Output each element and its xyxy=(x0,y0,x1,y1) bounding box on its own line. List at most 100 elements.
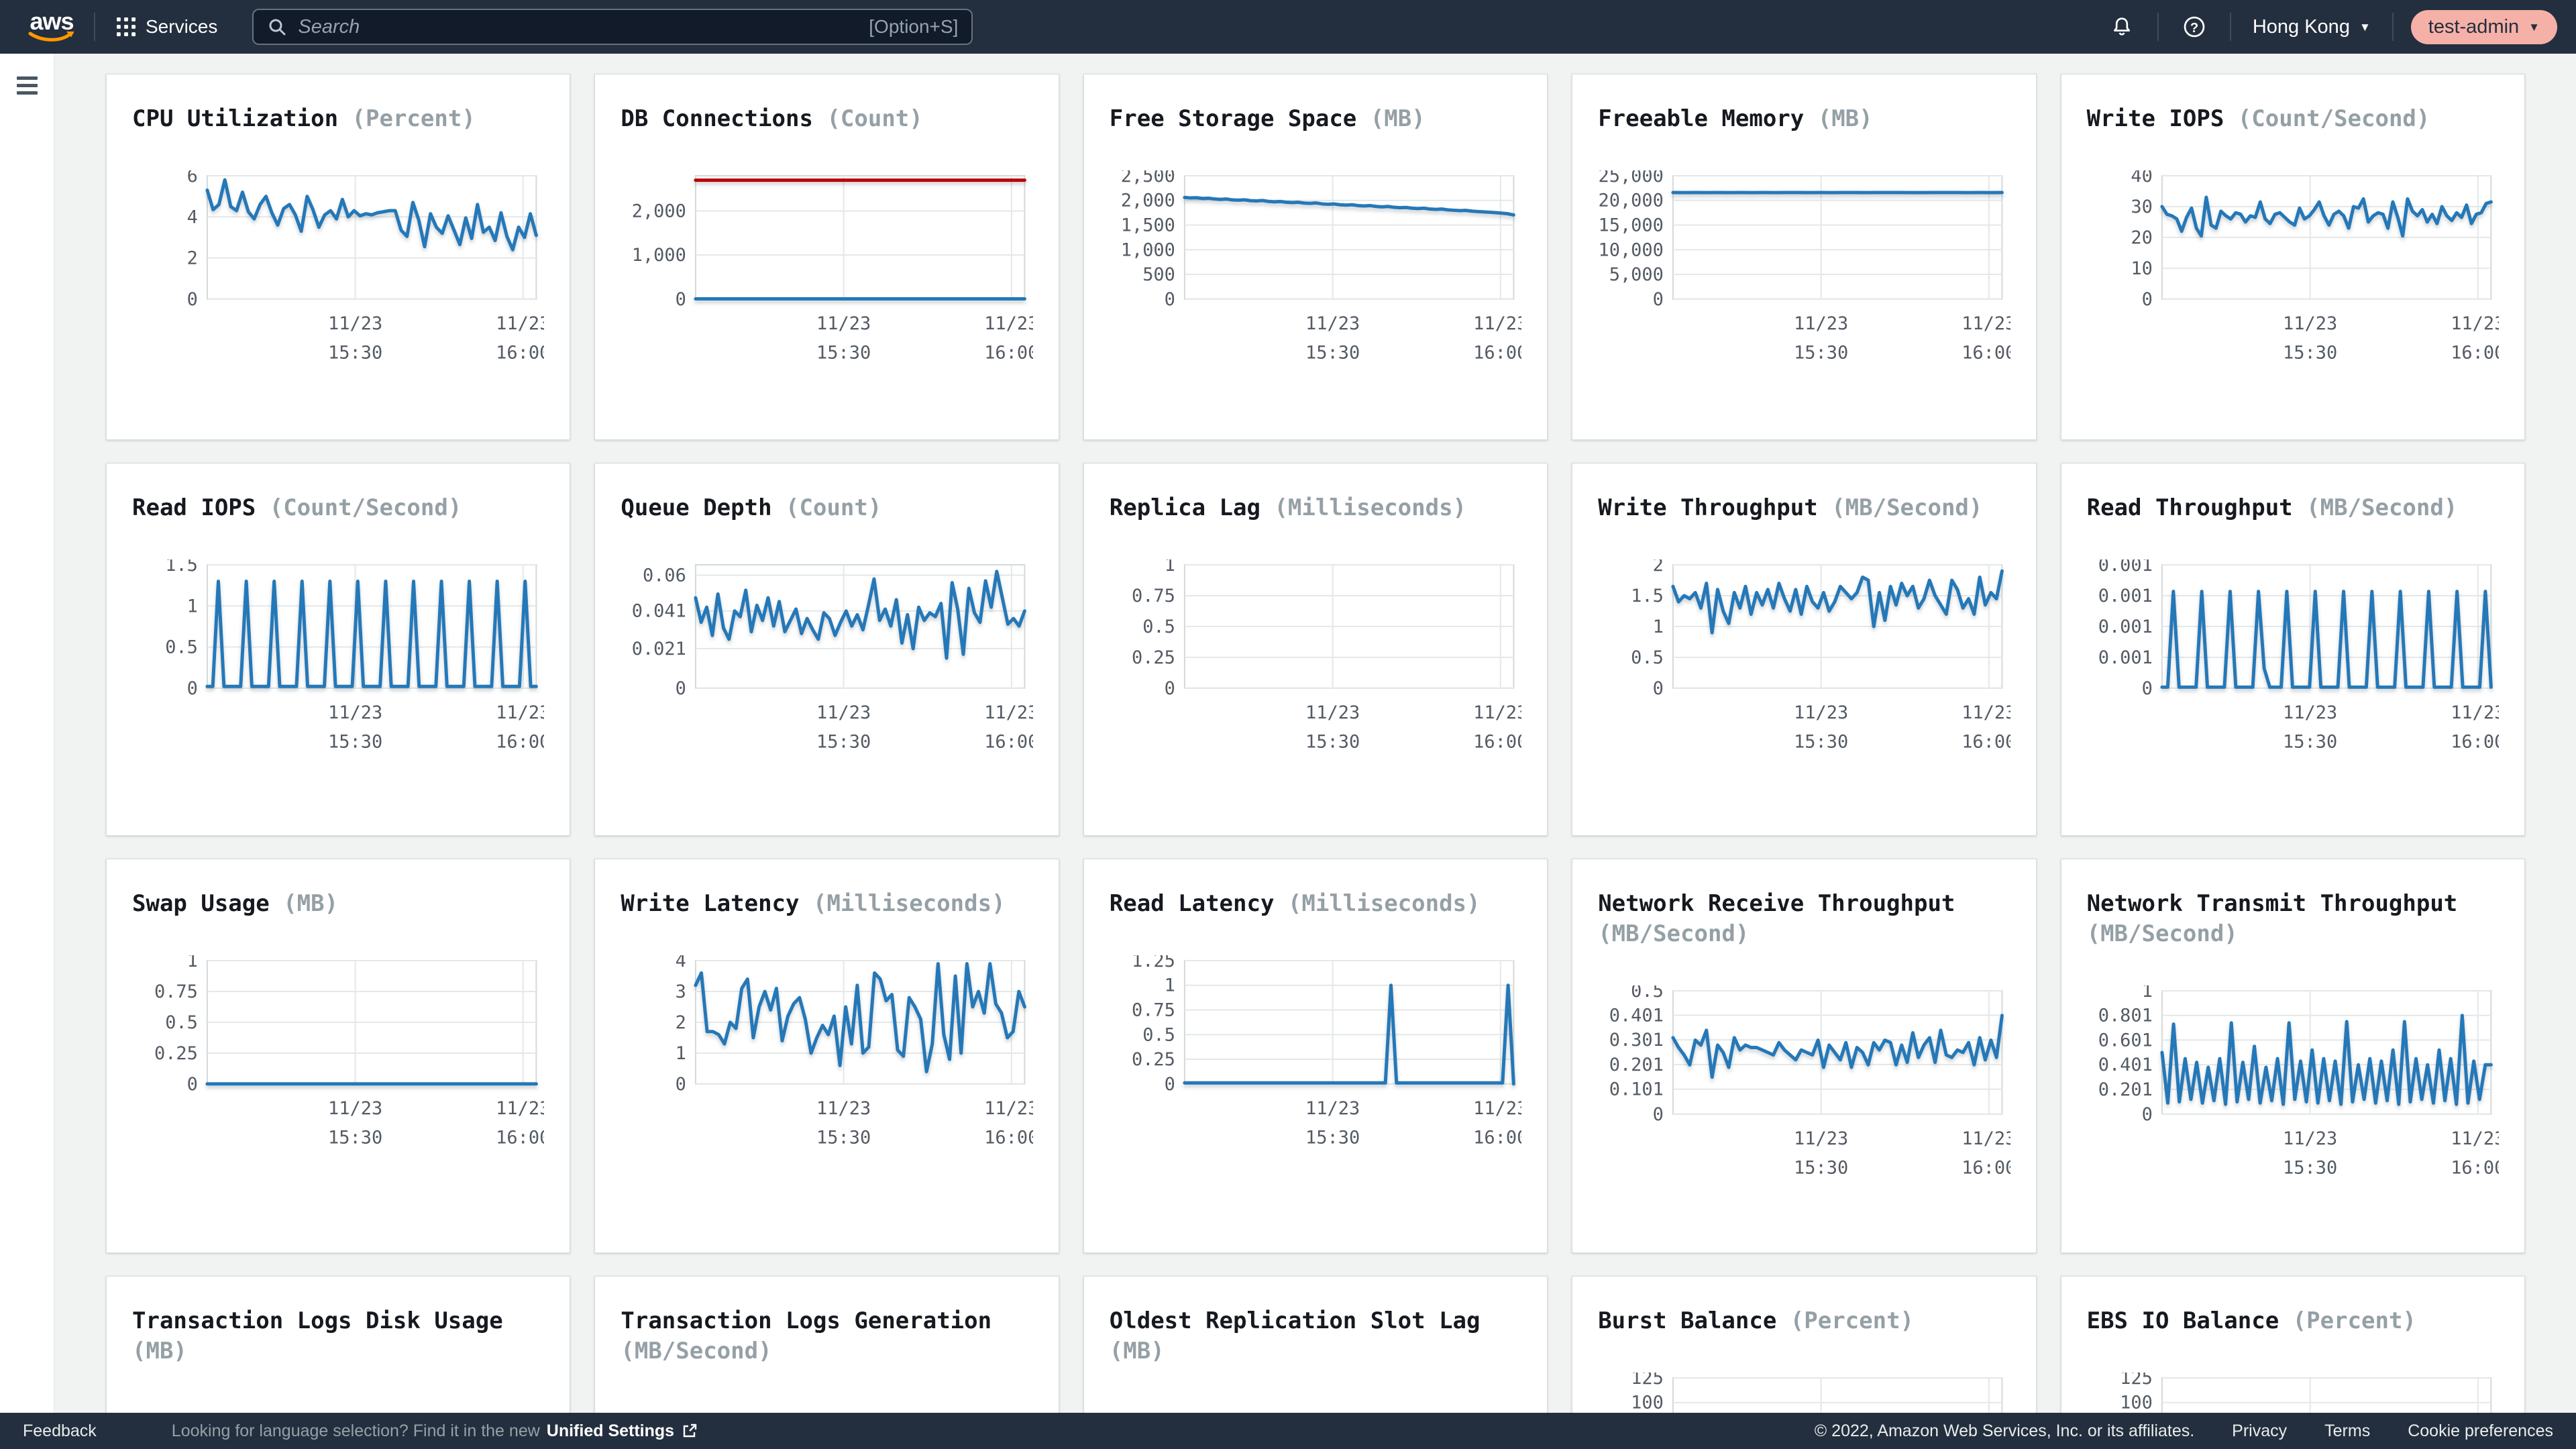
chart-plot-area[interactable]: 11/2315:3011/2316:0005001,0001,5002,0002… xyxy=(1110,170,1521,372)
chart-plot-area[interactable]: 11/2315:3011/2316:0001234 xyxy=(621,955,1032,1157)
svg-text:0.401: 0.401 xyxy=(1609,1005,1664,1026)
svg-text:0: 0 xyxy=(1653,1104,1664,1125)
feedback-button[interactable]: Feedback xyxy=(23,1421,97,1441)
svg-text:0.101: 0.101 xyxy=(1609,1079,1664,1099)
chart-plot-area[interactable]: 11/2315:3011/2316:000246 xyxy=(132,170,544,372)
svg-text:15:30: 15:30 xyxy=(816,1128,871,1148)
metric-card: Write IOPS (Count/Second) 11/2315:3011/2… xyxy=(2061,74,2525,440)
svg-text:16:00: 16:00 xyxy=(2451,343,2499,364)
svg-text:11/23: 11/23 xyxy=(2451,702,2499,723)
svg-text:30: 30 xyxy=(2131,197,2152,217)
nav-divider xyxy=(2392,13,2394,41)
chart-plot-area[interactable]: 11/2315:3011/2316:0000.250.50.7511.25 xyxy=(1110,955,1521,1157)
svg-text:2: 2 xyxy=(1653,559,1664,576)
chart-unit: (Percent) xyxy=(2293,1307,2416,1334)
privacy-link[interactable]: Privacy xyxy=(2232,1421,2287,1441)
chart-plot-area[interactable]: 11/2315:3011/2316:0000.250.50.751 xyxy=(1110,559,1521,761)
svg-text:1: 1 xyxy=(2141,985,2152,1002)
svg-text:11/23: 11/23 xyxy=(2451,313,2499,334)
svg-text:15:30: 15:30 xyxy=(1305,1128,1360,1148)
chart-plot-area[interactable]: 11/2315:3011/2316:0005,00010,00015,00020… xyxy=(1598,170,2010,372)
svg-text:11/23: 11/23 xyxy=(816,1098,871,1119)
chart-title: EBS IO Balance xyxy=(2087,1307,2279,1334)
chart-unit: (Milliseconds) xyxy=(1274,494,1466,521)
svg-text:16:00: 16:00 xyxy=(2451,1157,2499,1178)
chart-plot-area[interactable]: 11/2315:3011/2316:0000.511.52 xyxy=(1598,559,2010,761)
chart-unit: (MB) xyxy=(132,1338,187,1364)
svg-text:5,000: 5,000 xyxy=(1609,264,1664,285)
svg-text:6: 6 xyxy=(187,170,198,186)
search-input[interactable]: Search [Option+S] xyxy=(252,9,973,45)
svg-text:11/23: 11/23 xyxy=(496,702,544,723)
svg-text:10,000: 10,000 xyxy=(1599,239,1664,260)
svg-text:15:30: 15:30 xyxy=(1794,1157,1848,1178)
chart-unit: (Milliseconds) xyxy=(1288,890,1481,917)
nav-divider xyxy=(2157,13,2159,41)
svg-text:10: 10 xyxy=(2131,258,2152,279)
collapsed-sidebar xyxy=(0,54,54,1449)
svg-text:1: 1 xyxy=(187,596,198,616)
chart-title: Read IOPS xyxy=(132,494,256,521)
svg-text:2,500: 2,500 xyxy=(1121,170,1175,186)
svg-text:0.001: 0.001 xyxy=(2098,586,2152,606)
chart-plot-area[interactable]: 11/2315:3011/2316:00010203040 xyxy=(2087,170,2499,372)
unified-settings-link[interactable]: Unified Settings xyxy=(547,1421,674,1441)
svg-text:15:30: 15:30 xyxy=(816,343,871,364)
svg-text:125: 125 xyxy=(1631,1373,1664,1389)
svg-text:0.201: 0.201 xyxy=(1609,1055,1664,1075)
svg-text:16:00: 16:00 xyxy=(1962,732,2010,753)
chart-heading: Network Transmit Throughput (MB/Second) xyxy=(2087,889,2499,949)
svg-text:16:00: 16:00 xyxy=(2451,732,2499,753)
help-button[interactable]: ? xyxy=(2176,14,2212,40)
services-menu-button[interactable]: Services xyxy=(113,15,221,38)
svg-text:1,500: 1,500 xyxy=(1121,215,1175,235)
chart-plot-area[interactable]: 11/2315:3011/2316:0000.1010.2010.3010.40… xyxy=(1598,985,2010,1187)
chart-title: Queue Depth xyxy=(621,494,771,521)
terms-link[interactable]: Terms xyxy=(2324,1421,2370,1441)
chart-heading: DB Connections (Count) xyxy=(621,104,1032,134)
notifications-button[interactable] xyxy=(2104,14,2140,40)
chevron-down-icon: ▼ xyxy=(2528,21,2540,33)
svg-text:0.5: 0.5 xyxy=(1631,985,1664,1002)
svg-text:11/23: 11/23 xyxy=(328,313,382,334)
account-menu[interactable]: test-admin ▼ xyxy=(2411,10,2557,44)
chart-heading: Read Latency (Milliseconds) xyxy=(1110,889,1521,919)
chart-row: Swap Usage (MB) 11/2315:3011/2316:0000.2… xyxy=(106,859,2525,1253)
svg-text:500: 500 xyxy=(1142,264,1175,285)
svg-text:15:30: 15:30 xyxy=(328,1128,382,1148)
chart-plot-area[interactable]: 11/2315:3011/2316:0001,0002,000 xyxy=(621,170,1032,372)
chart-title: Burst Balance xyxy=(1598,1307,1776,1334)
svg-text:4: 4 xyxy=(187,207,198,227)
svg-text:11/23: 11/23 xyxy=(1305,1098,1360,1119)
metric-card: CPU Utilization (Percent) 11/2315:3011/2… xyxy=(106,74,570,440)
svg-text:2,000: 2,000 xyxy=(1121,191,1175,211)
chart-unit: (Count) xyxy=(826,105,922,132)
svg-text:11/23: 11/23 xyxy=(328,1098,382,1119)
metric-card: Read Throughput (MB/Second) 11/2315:3011… xyxy=(2061,463,2525,836)
svg-text:0: 0 xyxy=(1164,289,1175,310)
chart-row: Read IOPS (Count/Second) 11/2315:3011/23… xyxy=(106,463,2525,836)
chart-heading: Write Latency (Milliseconds) xyxy=(621,889,1032,919)
chart-heading: Read Throughput (MB/Second) xyxy=(2087,493,2499,523)
hamburger-menu-button[interactable] xyxy=(17,72,38,99)
chart-plot-area[interactable]: 11/2315:3011/2316:0000.250.50.751 xyxy=(132,955,544,1157)
svg-text:1: 1 xyxy=(1164,559,1175,576)
svg-text:11/23: 11/23 xyxy=(1473,1098,1521,1119)
svg-text:11/23: 11/23 xyxy=(1794,1128,1848,1149)
svg-text:40: 40 xyxy=(2131,170,2152,186)
svg-text:0.75: 0.75 xyxy=(154,981,198,1002)
chart-heading: Transaction Logs Disk Usage (MB) xyxy=(132,1306,544,1366)
svg-text:0.75: 0.75 xyxy=(1132,1000,1175,1020)
svg-text:0: 0 xyxy=(187,678,198,699)
cookie-preferences-link[interactable]: Cookie preferences xyxy=(2408,1421,2553,1441)
chart-plot-area[interactable]: 11/2315:3011/2316:0000.0210.0410.06 xyxy=(621,559,1032,761)
metric-card: DB Connections (Count) 11/2315:3011/2316… xyxy=(594,74,1059,440)
svg-text:16:00: 16:00 xyxy=(496,343,544,364)
chart-plot-area[interactable]: 11/2315:3011/2316:0000.511.5 xyxy=(132,559,544,761)
region-selector[interactable]: Hong Kong ▼ xyxy=(2249,15,2375,39)
chart-plot-area[interactable]: 11/2315:3011/2316:0000.2010.4010.6010.80… xyxy=(2087,985,2499,1187)
svg-text:0: 0 xyxy=(676,1074,686,1095)
aws-logo[interactable]: aws xyxy=(27,11,76,42)
chart-plot-area[interactable]: 11/2315:3011/2316:0000.0010.0010.0010.00… xyxy=(2087,559,2499,761)
svg-text:11/23: 11/23 xyxy=(496,1098,544,1119)
